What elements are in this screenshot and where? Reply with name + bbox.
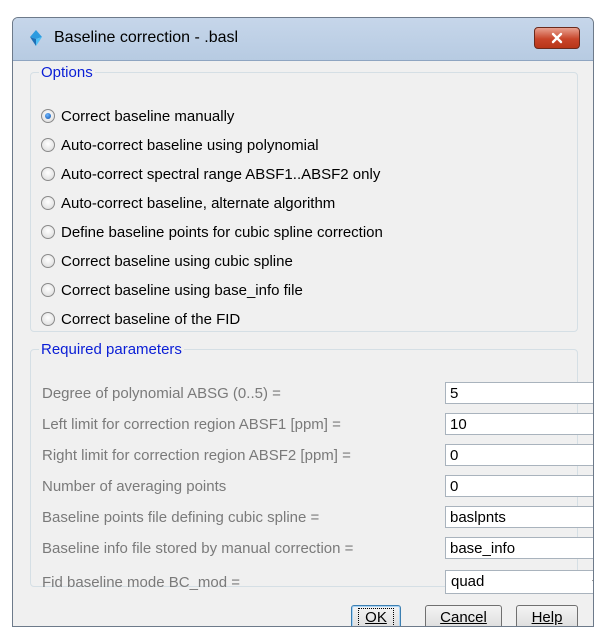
option-radio-5[interactable]: Define baseline points for cubic spline … [41,221,383,243]
parameters-legend: Required parameters [41,341,182,358]
option-label: Auto-correct baseline using polynomial [61,136,319,154]
chevron-down-icon [592,580,593,582]
option-label: Auto-correct baseline, alternate algorit… [61,194,336,212]
radio-button[interactable] [41,225,55,239]
ok-button-label: OK [365,609,387,626]
param-label-3: Right limit for correction region ABSF2 … [42,447,351,464]
param-input-1[interactable] [445,382,593,404]
option-radio-1[interactable]: Correct baseline manually [41,105,234,127]
radio-button[interactable] [41,109,55,123]
help-button[interactable]: Help [516,605,578,626]
radio-button[interactable] [41,254,55,268]
param-label-2: Left limit for correction region ABSF1 [… [42,416,341,433]
option-label: Correct baseline manually [61,107,235,125]
param-label-5: Baseline points file defining cubic spli… [42,509,320,526]
dialog-window: Baseline correction - .basl Options Corr… [12,17,594,627]
option-label: Correct baseline using cubic spline [61,252,293,270]
option-label: Auto-correct spectral range ABSF1..ABSF2… [61,165,381,183]
option-radio-8[interactable]: Correct baseline of the FID [41,308,240,330]
options-group: Options Correct baseline manually Auto-co… [30,64,578,332]
param-input-6[interactable] [445,537,593,559]
param-label-4: Number of averaging points [42,478,227,495]
option-label: Correct baseline of the FID [61,310,241,328]
param-label-6: Baseline info file stored by manual corr… [42,540,354,557]
radio-button[interactable] [41,167,55,181]
bc-mode-label: Fid baseline mode BC_mod = [42,574,241,591]
close-icon [551,32,563,44]
window-title: Baseline correction - .basl [54,29,239,46]
radio-button[interactable] [41,283,55,297]
radio-button[interactable] [41,312,55,326]
bc-mode-select[interactable]: quad [445,570,593,594]
param-input-4[interactable] [445,475,593,497]
param-label-1: Degree of polynomial ABSG (0..5) = [42,385,281,402]
radio-button[interactable] [41,196,55,210]
help-button-label: Help [531,609,563,626]
ok-button[interactable]: OK [351,605,401,626]
radio-button[interactable] [41,138,55,152]
dialog-content: Options Correct baseline manually Auto-co… [13,61,593,626]
option-label: Correct baseline using base_info file [61,281,303,299]
title-bar[interactable]: Baseline correction - .basl [13,18,593,61]
option-radio-4[interactable]: Auto-correct baseline, alternate algorit… [41,192,335,214]
app-icon [30,30,42,46]
parameters-group: Required parameters Degree of polynomial… [30,341,593,594]
cancel-button[interactable]: Cancel [425,605,502,626]
option-radio-3[interactable]: Auto-correct spectral range ABSF1..ABSF2… [41,163,380,185]
option-radio-2[interactable]: Auto-correct baseline using polynomial [41,134,319,156]
bc-mode-value: quad [451,573,485,590]
option-label: Define baseline points for cubic spline … [61,223,383,241]
cancel-button-label: Cancel [440,609,487,626]
close-button[interactable] [534,27,580,49]
options-legend: Options [41,64,93,81]
option-radio-7[interactable]: Correct baseline using base_info file [41,279,303,301]
param-input-3[interactable] [445,444,593,466]
param-input-2[interactable] [445,413,593,435]
param-input-5[interactable] [445,506,593,528]
option-radio-6[interactable]: Correct baseline using cubic spline [41,250,293,272]
